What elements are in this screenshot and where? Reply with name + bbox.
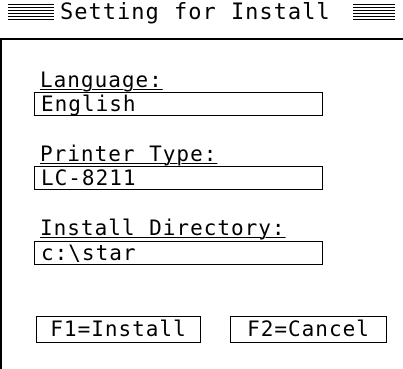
cancel-button[interactable]: F2=Cancel: [230, 316, 387, 343]
install-directory-field[interactable]: c:\star: [34, 241, 323, 265]
language-field[interactable]: English: [34, 92, 323, 116]
title-bar-stripes-right: [353, 4, 395, 21]
printer-type-label: Printer Type:: [40, 142, 218, 166]
dialog-title: Setting for Install: [60, 0, 331, 25]
install-directory-label: Install Directory:: [40, 216, 286, 240]
language-label: Language:: [40, 68, 163, 92]
printer-type-field[interactable]: LC-8211: [34, 166, 323, 190]
dialog-frame-left: [0, 38, 2, 369]
install-button[interactable]: F1=Install: [36, 316, 201, 343]
title-bar-stripes-left: [8, 4, 54, 21]
title-bar: Setting for Install: [0, 0, 403, 34]
dialog-frame-top: [0, 38, 403, 40]
